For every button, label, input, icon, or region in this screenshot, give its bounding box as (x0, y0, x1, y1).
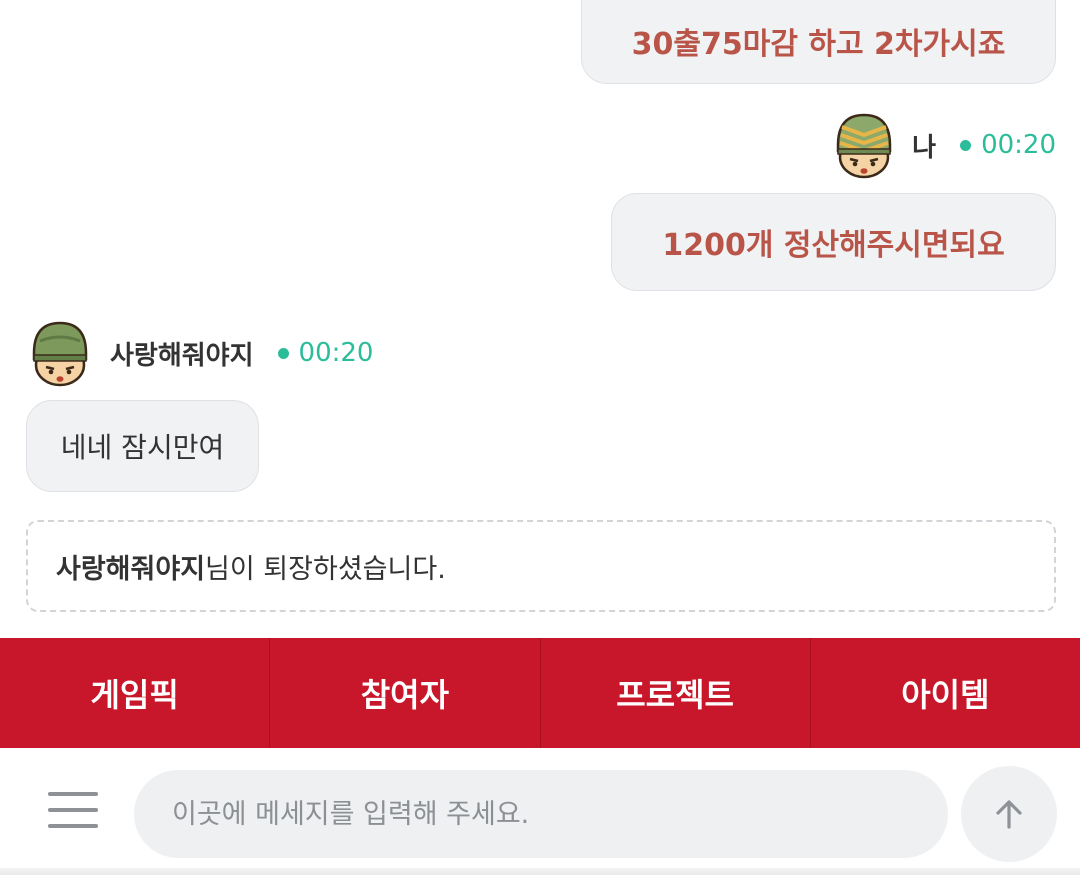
message-time: 00:20 (298, 338, 374, 368)
menu-line (48, 808, 98, 812)
message-time: 00:20 (981, 130, 1056, 160)
sergeant-avatar-icon[interactable] (830, 111, 898, 179)
message-text: 네네 잠시만여 (60, 431, 225, 464)
message-text: 1200개 정산해주시면되요 (662, 228, 1005, 263)
soldier-avatar-icon[interactable] (26, 319, 94, 387)
other-message-bubble: 네네 잠시만여 (26, 400, 259, 492)
hamburger-menu-icon[interactable] (48, 792, 98, 828)
tab-game-pick[interactable]: 게임픽 (0, 638, 271, 748)
tab-label: 프로젝트 (616, 676, 734, 714)
tab-project[interactable]: 프로젝트 (541, 638, 811, 748)
system-notice: 사랑해줘야지 님이 퇴장하셨습니다. (26, 520, 1056, 612)
message-text: 30출75마감 하고 2차가시죠 (631, 27, 1006, 62)
arrow-up-icon (996, 800, 1022, 829)
menu-line (48, 792, 98, 796)
bottom-edge (0, 868, 1080, 875)
tab-label: 참여자 (360, 676, 450, 714)
tab-participants[interactable]: 참여자 (270, 638, 541, 748)
tab-label: 게임픽 (90, 676, 179, 714)
tab-label: 아이템 (901, 676, 990, 714)
chat-screen: 30출75마감 하고 2차가시죠 나 00:20 1200개 정산해주시면되요 (0, 0, 1080, 875)
my-message-header: 나 00:20 (830, 111, 1056, 179)
online-status-dot (960, 139, 972, 151)
online-status-dot (277, 347, 289, 359)
my-message-bubble: 1200개 정산해주시면되요 (611, 193, 1056, 291)
menu-line (48, 824, 98, 828)
sender-name: 사랑해줘야지 (110, 340, 254, 371)
tab-bar: 게임픽 참여자 프로젝트 아이템 (0, 638, 1080, 748)
other-message-header: 사랑해줘야지 00:20 (26, 319, 374, 387)
notice-text: 님이 퇴장하셨습니다. (205, 553, 446, 585)
my-message-bubble: 30출75마감 하고 2차가시죠 (581, 0, 1056, 84)
tab-items[interactable]: 아이템 (811, 638, 1080, 748)
sender-name: 나 (912, 132, 937, 163)
message-input-bar (0, 748, 1080, 875)
send-button[interactable] (961, 766, 1057, 862)
message-input[interactable] (134, 770, 948, 858)
notice-user-name: 사랑해줘야지 (56, 553, 206, 585)
